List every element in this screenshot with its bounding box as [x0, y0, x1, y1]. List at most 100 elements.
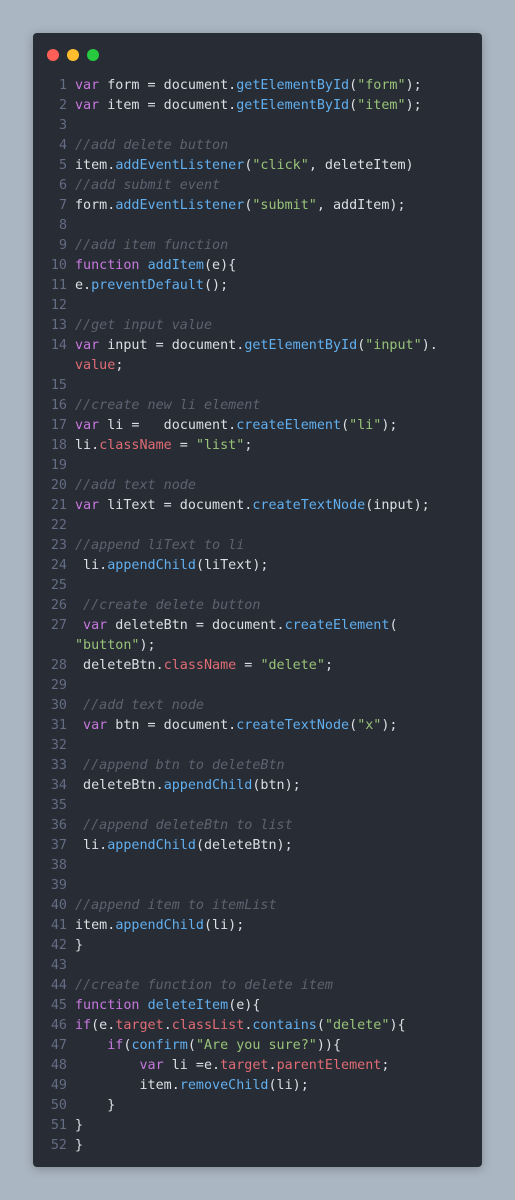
line-number: 10 [50, 258, 67, 273]
minimize-dot-icon[interactable] [67, 49, 79, 61]
code-line: 3 [33, 116, 482, 136]
code-token: (btn); [252, 778, 301, 793]
code-token: , addItem); [316, 198, 406, 213]
close-dot-icon[interactable] [47, 49, 59, 61]
code-text: item.removeChild(li); [67, 1076, 482, 1096]
code-line: 19 [33, 456, 482, 476]
maximize-dot-icon[interactable] [87, 49, 99, 61]
code-line: 13 //get input value [33, 316, 482, 336]
code-text: deleteBtn.appendChild(btn); [67, 776, 482, 796]
code-line: 48 var li =e.target.parentElement; [33, 1056, 482, 1076]
code-token: ( [349, 718, 358, 733]
line-number: 16 [50, 398, 67, 413]
code-line: 21 var liText = document.createTextNode(i… [33, 496, 482, 516]
code-token: appendChild [107, 838, 196, 853]
line-number: 44 [50, 978, 67, 993]
line-number: 33 [50, 758, 67, 773]
code-line: 22 [33, 516, 482, 536]
code-token: if [107, 1038, 124, 1053]
code-line: 51} [33, 1116, 482, 1136]
line-number: 32 [50, 738, 67, 753]
line-number: 27 [50, 618, 67, 633]
code-text: } [67, 1096, 482, 1116]
code-line: 38 [33, 856, 482, 876]
code-line: 12 [33, 296, 482, 316]
code-text: var btn = document.createTextNode("x"); [67, 716, 482, 736]
line-number: 23 [50, 538, 67, 553]
code-token: item. [75, 158, 116, 173]
code-line: 32 [33, 736, 482, 756]
code-token: appendChild [163, 778, 253, 793]
code-token: (e. [91, 1018, 116, 1033]
line-number: 9 [58, 238, 67, 253]
code-line: 15 [33, 376, 482, 396]
code-token: } [75, 1118, 84, 1133]
code-token: item. [75, 918, 116, 933]
code-token: form. [75, 198, 116, 213]
code-token: addItem [147, 258, 204, 273]
code-token: = [171, 438, 196, 453]
code-token: var [75, 418, 100, 433]
line-number [33, 636, 67, 656]
code-token: ); [139, 638, 156, 653]
line-number: 12 [50, 298, 67, 313]
code-line: 27 var deleteBtn = document.createElemen… [33, 616, 482, 636]
code-token: function [75, 998, 140, 1013]
line-number: 50 [50, 1098, 67, 1113]
code-token: //append liText to li [75, 538, 245, 553]
code-token: "button" [75, 638, 140, 653]
code-text: var input = document.getElementById("inp… [67, 336, 482, 356]
code-token: var [75, 718, 108, 733]
code-text: function addItem(e){ [67, 256, 482, 276]
code-token: li. [75, 438, 100, 453]
code-token: ( [349, 78, 358, 93]
code-text: //append btn to deleteBtn [67, 756, 482, 776]
code-token: ; [381, 1058, 390, 1073]
code-line: 10 function addItem(e){ [33, 256, 482, 276]
code-token: , deleteItem) [308, 158, 414, 173]
code-token: = [236, 658, 261, 673]
code-token: value [75, 358, 116, 373]
code-token: getElementById [244, 338, 358, 353]
line-number: 3 [58, 118, 67, 133]
line-number: 13 [50, 318, 67, 333]
code-token: ( [341, 418, 350, 433]
code-token: li = document. [99, 418, 237, 433]
code-token: e. [75, 278, 92, 293]
line-number: 29 [50, 678, 67, 693]
code-token: input = document. [99, 338, 245, 353]
code-token: "item" [357, 98, 406, 113]
code-token: ; [324, 658, 333, 673]
code-token: (liText); [195, 558, 269, 573]
code-text: //add text node [67, 696, 482, 716]
code-line: 1 var form = document.getElementById("for… [33, 76, 482, 96]
code-text: //create function to delete item [67, 976, 482, 996]
code-token: appendChild [115, 918, 204, 933]
code-text: //get input value [67, 316, 482, 336]
code-text: value; [67, 356, 482, 376]
code-token: getElementById [236, 78, 350, 93]
code-line: 17 var li = document.createElement("li"); [33, 416, 482, 436]
code-token: //add item function [75, 238, 229, 253]
line-number: 30 [50, 698, 67, 713]
code-token: ){ [389, 1018, 406, 1033]
code-text: var item = document.getElementById("item… [67, 96, 482, 116]
code-line: 44 //create function to delete item [33, 976, 482, 996]
line-number: 41 [50, 918, 67, 933]
code-token: deleteBtn. [75, 778, 164, 793]
code-text: //add delete button [67, 136, 482, 156]
code-token: liText = document. [99, 498, 253, 513]
line-number: 18 [50, 438, 67, 453]
code-token: li. [75, 838, 108, 853]
code-token: createTextNode [252, 498, 366, 513]
code-block: 1 var form = document.getElementById("for… [33, 76, 482, 1156]
code-text: "button"); [67, 636, 482, 656]
code-token: (e){ [228, 998, 261, 1013]
code-token: } [75, 1098, 116, 1113]
